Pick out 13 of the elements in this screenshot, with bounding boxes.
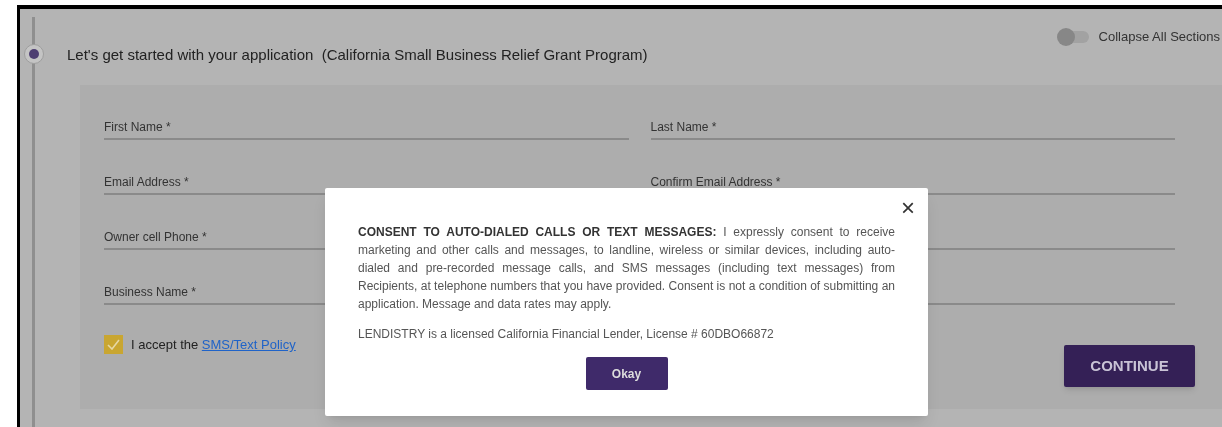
input-field[interactable]: First Name * [104,118,629,140]
dialog-text: LENDISTRY is a licensed California Financial Lender, License # 60DBO66872 [358,326,775,343]
accept-label: I accept the SMS/Text Policy [131,336,296,354]
close-button[interactable]: × [898,196,918,220]
checkbox[interactable] [104,335,123,355]
section-title: Let's get started with your application (California Small Business Relief Grant Program) [67,45,648,65]
step-marker [24,44,44,64]
input-field[interactable]: Last Name * [650,118,1175,140]
dialog-text: CONSENT TO AUTO-DIALED CALLS OR TEXT MESSAGES: I expressly consent to receive marketing and other calls and messages, to landline, wireless or similar devices, including auto-dialed and pre-recorded message calls, and SMS messages (including text messages) from Recipients, at telephone numbers that you have provided. Consent is not a condition of submitting an application. Message and data rates may apply. [358,224,895,313]
collapse-toggle[interactable] [1056,27,1091,46]
okay-button[interactable]: Okay [585,357,668,390]
toggle-label: Collapse All Sections [1098,28,1220,46]
continue-button[interactable]: CONTINUE [1064,345,1195,387]
